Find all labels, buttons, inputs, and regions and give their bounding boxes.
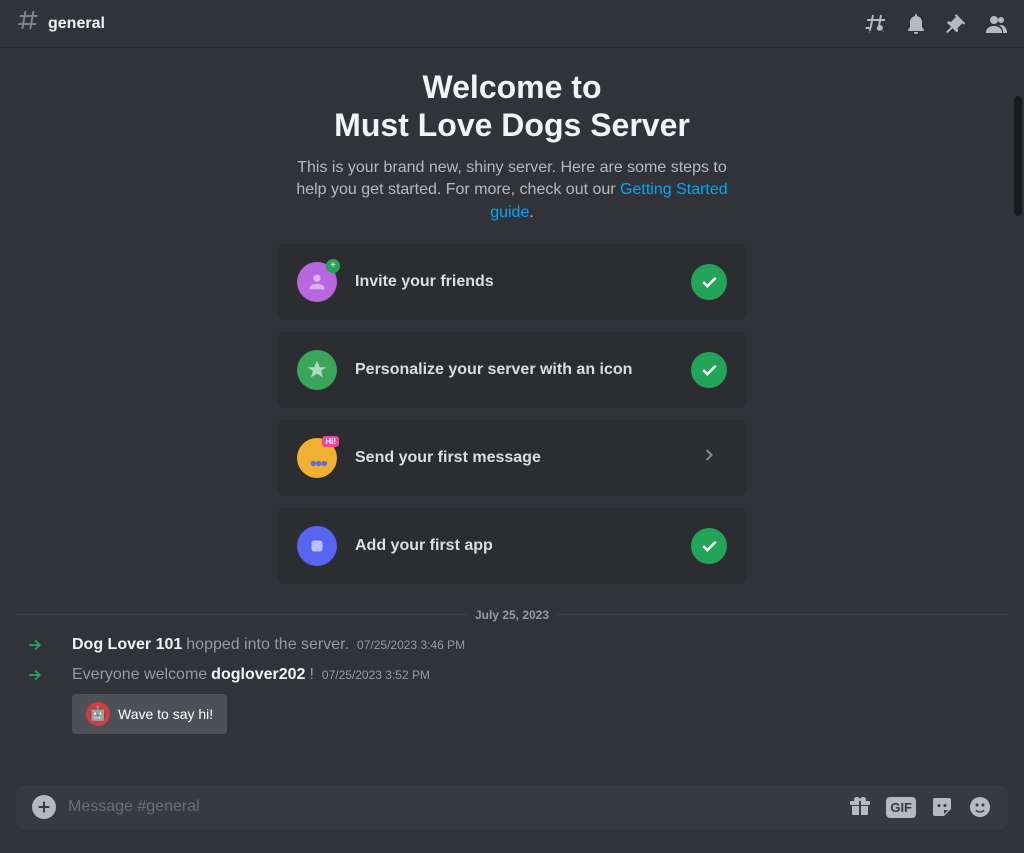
gif-icon[interactable]: GIF [886,797,916,818]
emoji-icon[interactable] [968,795,992,819]
card-status [691,528,727,564]
invite-icon: + [297,262,337,302]
join-message-row: Dog Lover 101 hopped into the server. 07… [0,630,1024,660]
welcome-message-row: Everyone welcome doglover202! 07/25/2023… [0,660,1024,690]
personalize-icon [297,350,337,390]
gift-icon[interactable] [848,795,872,819]
welcome-subtitle: This is your brand new, shiny server. He… [282,157,742,224]
action-text: hopped into the server. [186,636,349,654]
sticker-icon[interactable] [930,795,954,819]
subtitle-period: . [529,204,533,221]
welcome-title-line1: Welcome to [423,69,602,105]
date-divider: July 25, 2023 [16,608,1008,622]
hi-badge: Hi! [322,436,339,447]
channel-header: general [0,0,1024,48]
username[interactable]: doglover202 [211,666,305,684]
welcome-cards: + Invite your friends Personalize your s… [277,244,747,584]
date-text: July 25, 2023 [475,608,549,622]
message-input[interactable] [56,798,848,816]
message-content: Everyone welcome doglover202! 07/25/2023… [72,666,430,684]
pinned-icon[interactable] [944,12,968,36]
wave-label: Wave to say hi! [118,706,213,722]
scrollbar[interactable] [1014,96,1022,216]
check-icon [691,264,727,300]
input-wrapper: GIF [16,785,1008,829]
message-content: Dog Lover 101 hopped into the server. 07… [72,636,465,654]
card-label: Send your first message [355,449,673,467]
input-area: GIF [0,785,1024,853]
hash-icon [16,8,40,39]
main-content: Welcome to Must Love Dogs Server This is… [0,48,1024,781]
join-arrow-icon [16,636,56,654]
card-status [691,264,727,300]
invite-friends-card[interactable]: + Invite your friends [277,244,747,320]
header-left: general [16,8,105,39]
timestamp: 07/25/2023 3:52 PM [322,668,430,682]
card-status [691,352,727,388]
welcome-title-line2: Must Love Dogs Server [334,107,690,143]
suffix-text: ! [309,666,313,684]
card-label: Personalize your server with an icon [355,361,673,379]
wave-button[interactable]: 🤖 Wave to say hi! [72,694,227,734]
check-icon [691,352,727,388]
app-icon [297,526,337,566]
join-arrow-icon [16,666,56,684]
input-icons: GIF [848,795,992,819]
threads-icon[interactable] [864,12,888,36]
check-icon [691,528,727,564]
welcome-title: Welcome to Must Love Dogs Server [0,68,1024,145]
card-label: Invite your friends [355,273,673,291]
card-label: Add your first app [355,537,673,555]
chevron-right-icon [699,445,719,470]
attach-button[interactable] [32,795,56,819]
username[interactable]: Dog Lover 101 [72,636,182,654]
send-first-message-card[interactable]: Hi! Send your first message [277,420,747,496]
personalize-server-card[interactable]: Personalize your server with an icon [277,332,747,408]
message-icon: Hi! [297,438,337,478]
add-first-app-card[interactable]: Add your first app [277,508,747,584]
plus-badge-icon: + [326,259,340,273]
timestamp: 07/25/2023 3:46 PM [357,638,465,652]
wave-emoji-icon: 🤖 [86,702,110,726]
card-status [691,440,727,476]
channel-name: general [48,15,105,33]
header-right [864,12,1008,36]
notifications-icon[interactable] [904,12,928,36]
members-icon[interactable] [984,12,1008,36]
prefix-text: Everyone welcome [72,666,207,684]
